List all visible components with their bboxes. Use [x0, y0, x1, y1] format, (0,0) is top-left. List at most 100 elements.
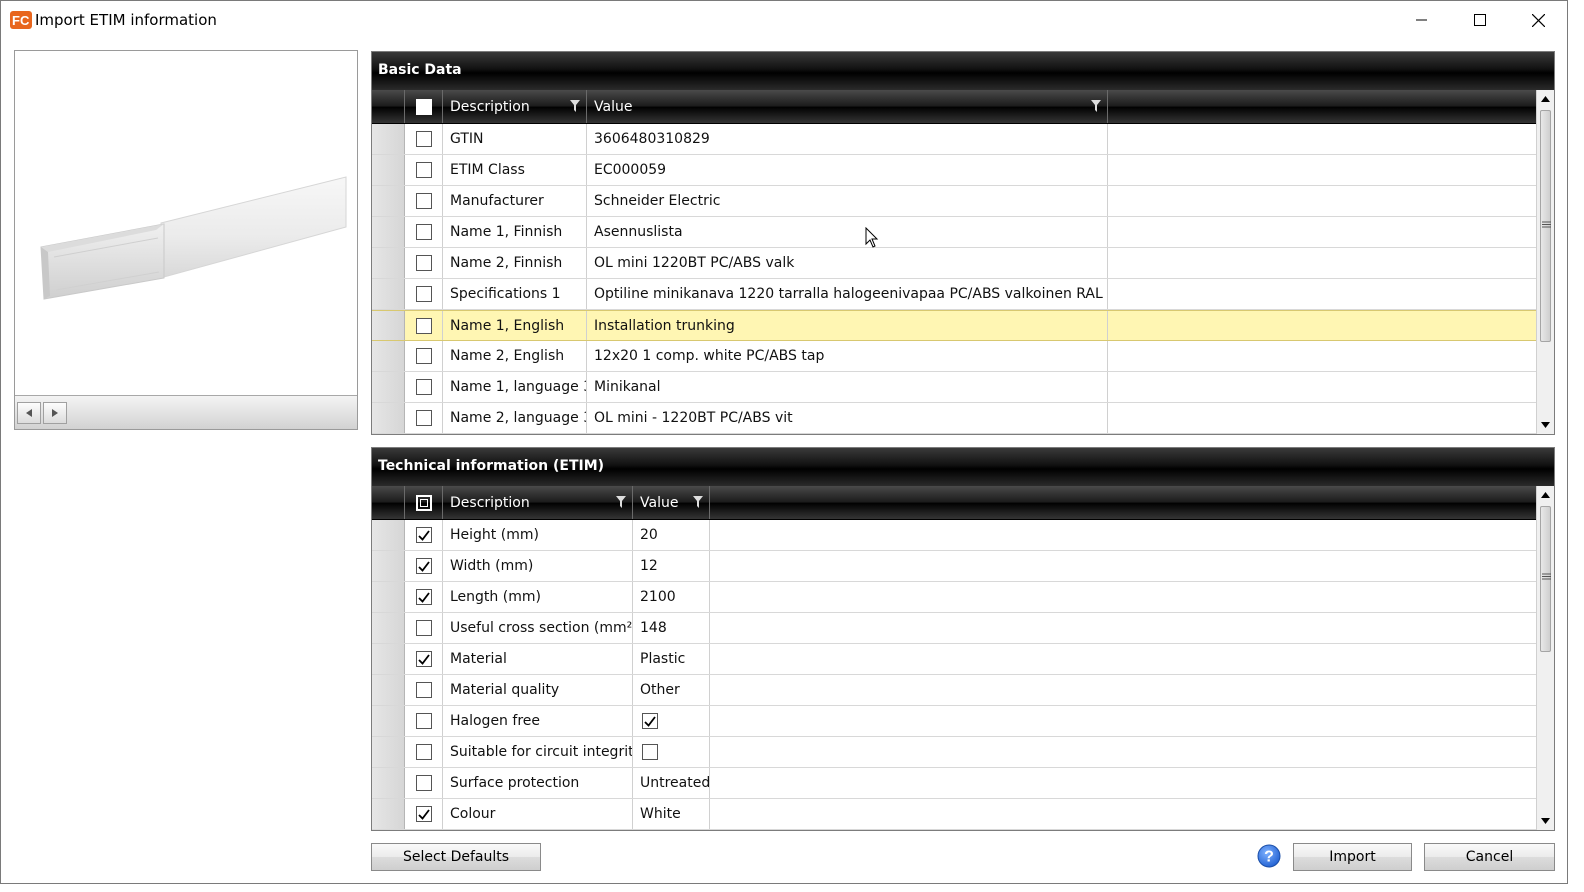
filter-icon[interactable]: [616, 496, 626, 508]
cancel-button[interactable]: Cancel: [1424, 843, 1555, 871]
row-indicator[interactable]: [372, 520, 405, 550]
row-indicator[interactable]: [372, 737, 405, 767]
scroll-thumb[interactable]: [1540, 110, 1551, 342]
scroll-down-icon[interactable]: [1541, 818, 1550, 824]
checkmark-icon: [417, 653, 430, 665]
value-checkbox[interactable]: [642, 713, 658, 729]
scroll-down-icon[interactable]: [1541, 422, 1550, 428]
row-indicator[interactable]: [372, 403, 405, 433]
row-checkbox[interactable]: [415, 682, 432, 698]
previous-image-button[interactable]: [17, 402, 41, 424]
table-row[interactable]: GTIN 3606480310829: [372, 124, 1538, 155]
row-checkbox[interactable]: [415, 224, 432, 240]
row-checkbox[interactable]: [415, 713, 432, 729]
row-indicator[interactable]: [372, 582, 405, 612]
table-row[interactable]: Name 1, language 3 Minikanal: [372, 372, 1538, 403]
row-checkbox[interactable]: [415, 806, 432, 822]
description-column-header[interactable]: Description: [443, 486, 633, 519]
row-indicator[interactable]: [372, 341, 405, 371]
table-row[interactable]: Manufacturer Schneider Electric: [372, 186, 1538, 217]
row-checkbox[interactable]: [415, 255, 432, 271]
row-checkbox[interactable]: [415, 589, 432, 605]
description-cell: Halogen free: [443, 706, 633, 736]
table-row[interactable]: Colour White: [372, 799, 1538, 830]
row-indicator[interactable]: [372, 155, 405, 185]
import-button[interactable]: Import: [1293, 843, 1412, 871]
row-indicator[interactable]: [372, 279, 405, 309]
table-row[interactable]: Width (mm) 12: [372, 551, 1538, 582]
value-column-header[interactable]: Value: [633, 486, 710, 519]
row-checkbox[interactable]: [415, 348, 432, 364]
row-indicator[interactable]: [372, 768, 405, 798]
table-row[interactable]: Name 2, language 3 OL mini - 1220BT PC/AB…: [372, 403, 1538, 434]
row-indicator[interactable]: [372, 799, 405, 829]
value-checkbox[interactable]: [642, 744, 658, 760]
table-row[interactable]: Name 1, English Installation trunking: [372, 310, 1538, 341]
maximize-button[interactable]: [1451, 1, 1509, 39]
row-checkbox[interactable]: [415, 193, 432, 209]
table-row[interactable]: Name 2, Finnish OL mini 1220BT PC/ABS val…: [372, 248, 1538, 279]
row-checkbox[interactable]: [415, 317, 432, 334]
row-checkbox[interactable]: [415, 651, 432, 667]
filter-icon[interactable]: [570, 100, 580, 112]
minimize-button[interactable]: [1393, 1, 1451, 39]
row-checkbox[interactable]: [415, 410, 432, 426]
value-cell: Other: [633, 675, 710, 705]
table-row[interactable]: Material quality Other: [372, 675, 1538, 706]
row-indicator[interactable]: [372, 248, 405, 278]
table-row[interactable]: ETIM Class EC000059: [372, 155, 1538, 186]
select-defaults-button[interactable]: Select Defaults: [371, 843, 541, 871]
filler-cell: [1108, 248, 1538, 278]
description-column-header[interactable]: Description: [443, 90, 587, 123]
technical-info-scrollbar[interactable]: [1536, 486, 1554, 830]
table-row[interactable]: Halogen free: [372, 706, 1538, 737]
maximize-icon: [1474, 14, 1486, 26]
row-indicator[interactable]: [372, 644, 405, 674]
table-row[interactable]: Suitable for circuit integrity: [372, 737, 1538, 768]
row-checkbox[interactable]: [415, 527, 432, 543]
filter-icon[interactable]: [693, 496, 703, 508]
scroll-up-icon[interactable]: [1541, 96, 1550, 102]
basic-data-scrollbar[interactable]: [1536, 90, 1554, 434]
scroll-up-icon[interactable]: [1541, 492, 1550, 498]
table-row[interactable]: Name 2, English 12x20 1 comp. white PC/AB…: [372, 341, 1538, 372]
row-indicator[interactable]: [372, 372, 405, 402]
filter-icon[interactable]: [1091, 100, 1101, 112]
table-row[interactable]: Material Plastic: [372, 644, 1538, 675]
close-button[interactable]: [1509, 1, 1567, 39]
row-indicator[interactable]: [372, 551, 405, 581]
select-all-checkbox[interactable]: [415, 494, 432, 511]
row-indicator[interactable]: [372, 217, 405, 247]
value-column-header[interactable]: Value: [587, 90, 1108, 123]
table-row[interactable]: Surface protection Untreated: [372, 768, 1538, 799]
description-text: ETIM Class: [450, 162, 525, 178]
select-all-checkbox[interactable]: [415, 98, 432, 115]
row-checkbox[interactable]: [415, 620, 432, 636]
row-checkbox[interactable]: [415, 379, 432, 395]
row-indicator[interactable]: [372, 675, 405, 705]
row-indicator[interactable]: [372, 186, 405, 216]
row-indicator[interactable]: [372, 613, 405, 643]
table-row[interactable]: Useful cross section (mm²) 148: [372, 613, 1538, 644]
help-icon[interactable]: ?: [1257, 844, 1281, 868]
row-checkbox[interactable]: [415, 286, 432, 302]
table-row[interactable]: Name 1, Finnish Asennuslista: [372, 217, 1538, 248]
row-indicator[interactable]: [372, 706, 405, 736]
table-row[interactable]: Length (mm) 2100: [372, 582, 1538, 613]
scroll-thumb[interactable]: [1540, 506, 1551, 652]
row-checkbox[interactable]: [415, 131, 432, 147]
row-checkbox-cell: [405, 155, 443, 185]
row-checkbox[interactable]: [415, 775, 432, 791]
value-cell: Installation trunking: [587, 311, 1108, 340]
description-column-label: Description: [450, 494, 530, 511]
technical-info-rows: Height (mm) 20 Width (mm) 12 Length (mm) 2100…: [372, 520, 1538, 830]
row-indicator[interactable]: [372, 124, 405, 154]
description-cell: Surface protection: [443, 768, 633, 798]
row-checkbox[interactable]: [415, 744, 432, 760]
table-row[interactable]: Height (mm) 20: [372, 520, 1538, 551]
row-indicator[interactable]: [372, 311, 405, 340]
next-image-button[interactable]: [43, 402, 67, 424]
table-row[interactable]: Specifications 1 Optiline minikanava 1220…: [372, 279, 1538, 310]
row-checkbox[interactable]: [415, 162, 432, 178]
row-checkbox[interactable]: [415, 558, 432, 574]
